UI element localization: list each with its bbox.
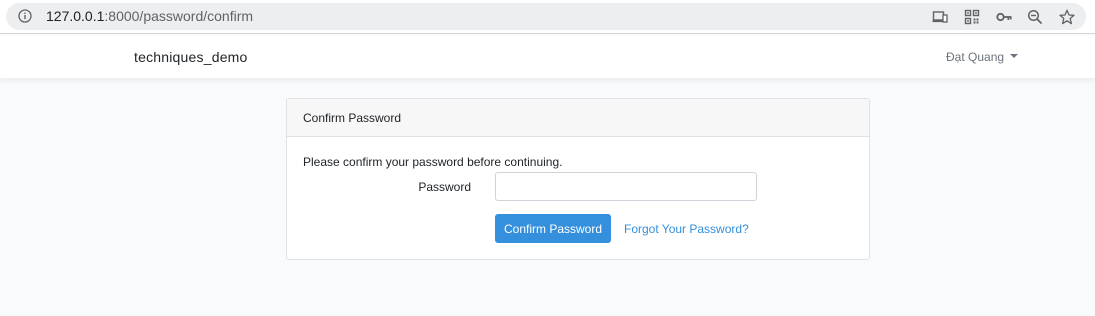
password-label: Password [418,180,471,194]
user-dropdown[interactable]: Đạt Quang [946,49,1019,65]
confirm-message: Please confirm your password before cont… [303,155,563,169]
app-navbar: techniques_demo Đạt Quang [0,35,1095,79]
browser-toolbar: 127.0.0.1:8000/password/confirm [0,0,1095,34]
cast-devices-icon[interactable] [932,9,948,25]
user-name: Đạt Quang [946,50,1005,64]
zoom-out-icon[interactable] [1027,9,1043,25]
url-host: 127.0.0.1 [46,8,105,24]
key-icon[interactable] [996,9,1012,25]
caret-down-icon [1010,53,1019,58]
card-header: Confirm Password [287,99,869,137]
site-info-icon[interactable] [18,9,32,23]
confirm-password-button[interactable]: Confirm Password [495,214,611,243]
address-bar[interactable]: 127.0.0.1:8000/password/confirm [6,3,1086,30]
url-path: :8000/password/confirm [104,8,254,24]
bookmark-star-icon[interactable] [1059,9,1075,25]
navbar-brand[interactable]: techniques_demo [134,48,248,66]
confirm-password-card: Confirm Password Please confirm your pas… [286,98,870,260]
qr-code-icon[interactable] [964,9,980,25]
password-input[interactable] [495,172,757,201]
url-text[interactable]: 127.0.0.1:8000/password/confirm [46,8,253,25]
forgot-password-link[interactable]: Forgot Your Password? [624,222,749,236]
